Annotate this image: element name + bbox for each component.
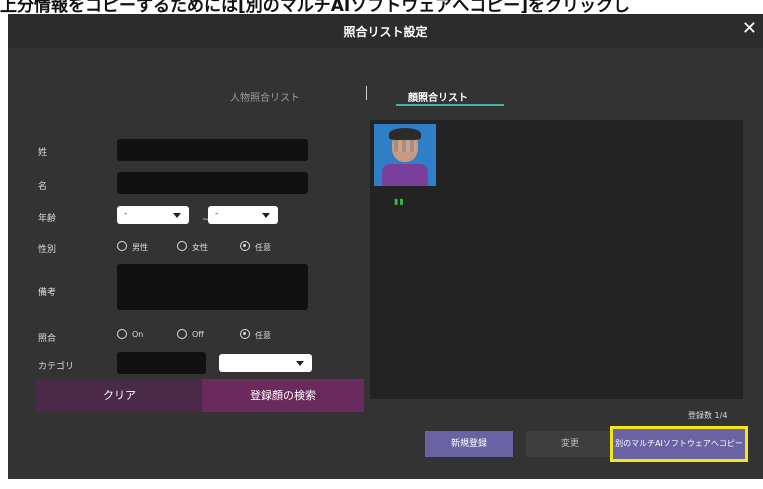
tab-divider [366,86,367,100]
chevron-down-icon [173,213,181,218]
notes-label: 備考 [38,288,57,298]
dialog-body: 人物照合リスト 顔照合リスト 姓 名 年齢 - ~ - 性別 男性 女性 任意 … [8,48,763,479]
clear-button[interactable]: クリア [36,379,203,412]
tab-face-list[interactable]: 顔照合リスト [408,89,468,104]
gender-any-radio[interactable] [240,241,250,251]
match-off-radio[interactable] [177,329,187,339]
age-label: 年齢 [38,214,57,224]
dialog-title: 照合リスト設定 [343,25,428,39]
thumbnail-shirt [382,164,428,186]
chevron-down-icon [296,361,304,366]
match-any-radio[interactable] [240,329,250,339]
radio-selected-dot [243,332,246,335]
match-label: 照合 [38,334,57,344]
caption-strip: 上分情報をコピーするためには[別のマルチAIソフトウェアへコピー]をクリックし [0,0,763,14]
list-settings-dialog: 照合リスト設定 ✕ 人物照合リスト 顔照合リスト 姓 名 年齢 - ~ - 性別… [8,14,763,479]
notes-textarea[interactable] [117,264,308,310]
gender-label: 性別 [38,245,57,255]
match-on-radio[interactable] [117,329,127,339]
match-off-label: Off [192,330,204,339]
age-to-value: - [215,209,219,219]
surname-input[interactable] [117,139,308,161]
age-to-select[interactable]: - [208,206,278,224]
copy-to-other-software-button[interactable]: 別のマルチAIソフトウェアへコピー [610,426,748,462]
active-tab-indicator [396,104,504,106]
close-icon[interactable]: ✕ [742,19,757,39]
category-select[interactable] [219,354,312,372]
given-name-label: 名 [38,182,48,192]
change-button[interactable]: 変更 [526,431,614,457]
search-registered-faces-button[interactable]: 登録顔の検索 [202,379,364,412]
age-from-select[interactable]: - [117,206,189,224]
category-label: カテゴリ [38,362,75,372]
gender-any-label: 任意 [255,243,271,252]
surname-label: 姓 [38,148,48,158]
registered-faces-panel: ▮▮ [370,120,743,399]
thumbnail-mosaic [394,140,416,152]
thumbnail-hair [389,128,421,140]
match-on-label: On [132,330,144,339]
caption-text: 上分情報をコピーするためには[別のマルチAIソフトウェアへコピー]をクリックし [0,0,631,14]
match-any-label: 任意 [255,331,271,340]
tab-person-list[interactable]: 人物照合リスト [230,89,300,104]
gender-male-label: 男性 [132,243,148,252]
gender-female-radio[interactable] [177,241,187,251]
given-name-input[interactable] [117,172,308,194]
registered-count: 登録数 1/4 [688,411,728,420]
gender-male-radio[interactable] [117,241,127,251]
thumbnail-status-icon: ▮▮ [394,197,405,206]
title-bar: 照合リスト設定 ✕ [8,14,763,48]
chevron-down-icon [262,213,270,218]
radio-selected-dot [243,244,246,247]
face-thumbnail[interactable] [374,124,436,186]
age-from-value: - [124,209,128,219]
new-registration-button[interactable]: 新規登録 [425,431,513,457]
gender-female-label: 女性 [192,243,208,252]
category-input[interactable] [117,352,206,374]
